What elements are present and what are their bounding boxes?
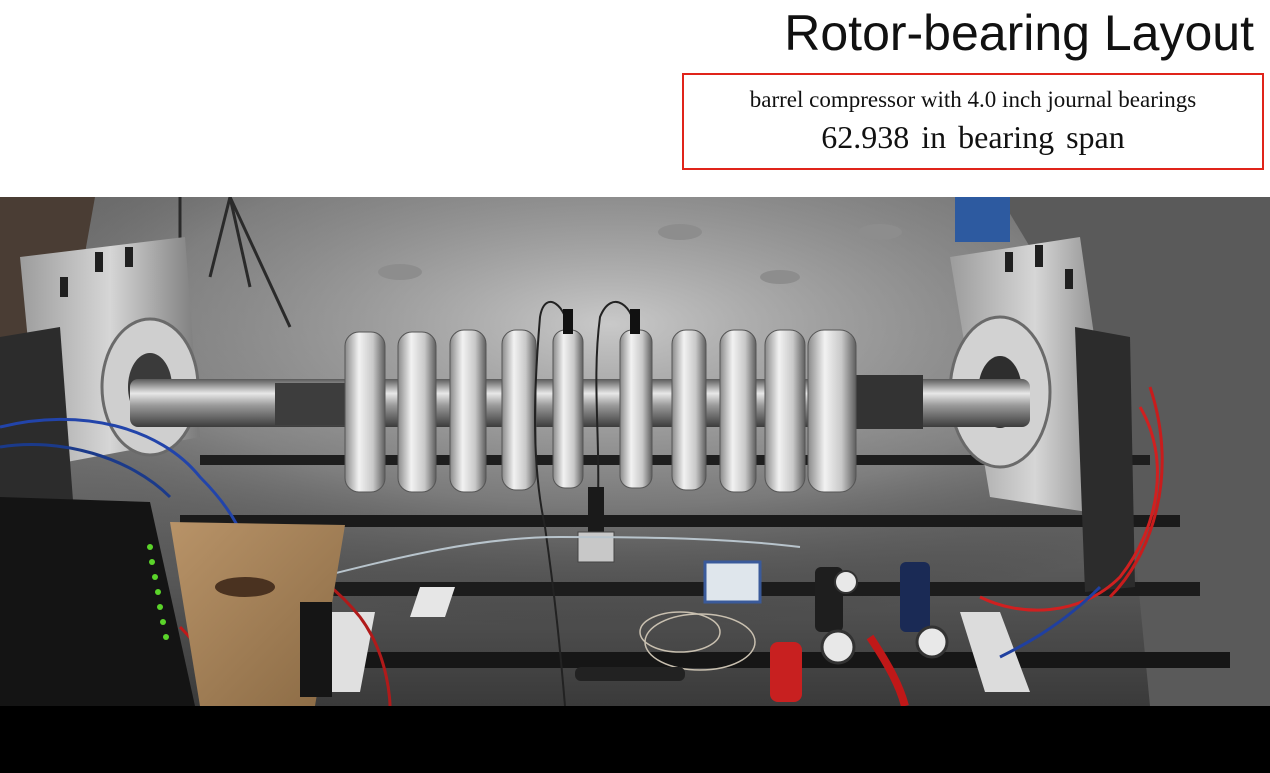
rotor-bearing-photo: [0, 197, 1270, 706]
spec-highlight-box: barrel compressor with 4.0 inch journal …: [682, 73, 1264, 170]
letterbox-bar: [0, 706, 1270, 773]
bearing-span-value: 62.938 in bearing span: [821, 119, 1125, 155]
spec-description: barrel compressor with 4.0 inch journal …: [749, 87, 1197, 112]
slide-title: Rotor-bearing Layout: [784, 5, 1254, 61]
rotor-rig-illustration: [0, 197, 1270, 706]
